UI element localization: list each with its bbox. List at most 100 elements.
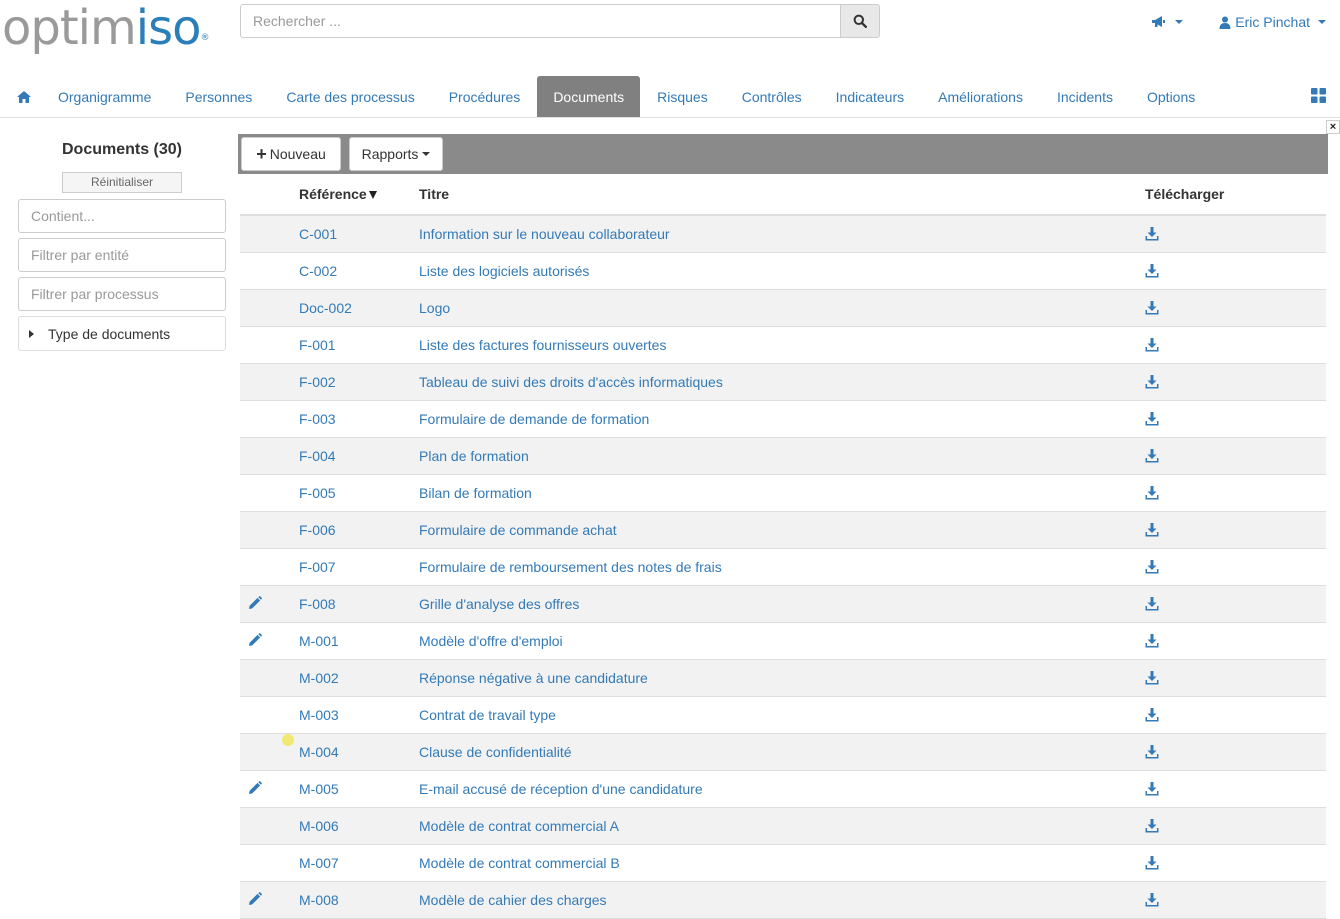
row-reference-link[interactable]: F-006 — [299, 522, 419, 538]
reset-button[interactable]: Réinitialiser — [62, 172, 182, 193]
row-reference-link[interactable]: C-002 — [299, 263, 419, 279]
table-row: M-008 Modèle de cahier des charges — [240, 882, 1326, 919]
download-button[interactable] — [1145, 375, 1326, 389]
download-button[interactable] — [1145, 782, 1326, 796]
row-title-link[interactable]: Plan de formation — [419, 448, 1145, 464]
row-reference-link[interactable]: M-002 — [299, 670, 419, 686]
row-title-link[interactable]: Formulaire de commande achat — [419, 522, 1145, 538]
download-button[interactable] — [1145, 227, 1326, 241]
row-reference-link[interactable]: F-005 — [299, 485, 419, 501]
row-title-link[interactable]: Modèle de contrat commercial A — [419, 818, 1145, 834]
download-icon — [1145, 634, 1159, 648]
download-button[interactable] — [1145, 338, 1326, 352]
download-button[interactable] — [1145, 856, 1326, 870]
row-reference-link[interactable]: F-002 — [299, 374, 419, 390]
nav-documents[interactable]: Documents — [537, 76, 641, 117]
row-reference-link[interactable]: F-004 — [299, 448, 419, 464]
table-row: F-006 Formulaire de commande achat — [240, 512, 1326, 549]
row-reference-link[interactable]: M-007 — [299, 855, 419, 871]
edit-cell[interactable] — [240, 780, 299, 798]
row-reference-link[interactable]: M-001 — [299, 633, 419, 649]
new-button[interactable]: + Nouveau — [241, 137, 341, 171]
header-title[interactable]: Titre — [419, 186, 1145, 202]
nav-procedures[interactable]: Procédures — [432, 76, 538, 117]
nav-controles[interactable]: Contrôles — [725, 76, 819, 117]
reports-dropdown[interactable]: Rapports — [349, 137, 443, 171]
nav-incidents[interactable]: Incidents — [1040, 76, 1130, 117]
row-title-link[interactable]: Liste des factures fournisseurs ouvertes — [419, 337, 1145, 353]
row-title-link[interactable]: Modèle d'offre d'emploi — [419, 633, 1145, 649]
edit-cell[interactable] — [240, 595, 299, 613]
edit-cell[interactable] — [240, 632, 299, 650]
download-button[interactable] — [1145, 597, 1326, 611]
row-title-link[interactable]: E-mail accusé de réception d'une candida… — [419, 781, 1145, 797]
download-button[interactable] — [1145, 819, 1326, 833]
user-icon — [1219, 16, 1231, 29]
download-button[interactable] — [1145, 560, 1326, 574]
nav-organigramme[interactable]: Organigramme — [41, 76, 168, 117]
nav-options[interactable]: Options — [1130, 76, 1212, 117]
table-row: M-003 Contrat de travail type — [240, 697, 1326, 734]
row-title-link[interactable]: Bilan de formation — [419, 485, 1145, 501]
download-button[interactable] — [1145, 412, 1326, 426]
edit-cell[interactable] — [240, 891, 299, 909]
row-reference-link[interactable]: F-008 — [299, 596, 419, 612]
row-title-link[interactable]: Modèle de cahier des charges — [419, 892, 1145, 908]
download-button[interactable] — [1145, 634, 1326, 648]
apps-grid-button[interactable] — [1311, 88, 1326, 106]
nav-personnes[interactable]: Personnes — [168, 76, 269, 117]
row-reference-link[interactable]: C-001 — [299, 226, 419, 242]
search-input[interactable] — [240, 4, 840, 38]
row-title-link[interactable]: Grille d'analyse des offres — [419, 596, 1145, 612]
row-reference-link[interactable]: M-008 — [299, 892, 419, 908]
row-reference-link[interactable]: M-003 — [299, 707, 419, 723]
download-button[interactable] — [1145, 486, 1326, 500]
row-title-link[interactable]: Modèle de contrat commercial B — [419, 855, 1145, 871]
doc-type-tree[interactable]: Type de documents — [18, 316, 226, 351]
search-button[interactable] — [840, 4, 880, 38]
table-row: M-001 Modèle d'offre d'emploi — [240, 623, 1326, 660]
nav-indicateurs[interactable]: Indicateurs — [819, 76, 921, 117]
filter-contains-input[interactable] — [18, 199, 226, 233]
nav-risques[interactable]: Risques — [640, 76, 725, 117]
table-row: F-004 Plan de formation — [240, 438, 1326, 475]
download-button[interactable] — [1145, 893, 1326, 907]
table-header: Référence Titre Télécharger — [240, 174, 1326, 216]
row-reference-link[interactable]: M-005 — [299, 781, 419, 797]
filter-process-input[interactable] — [18, 277, 226, 311]
row-title-link[interactable]: Réponse négative à une candidature — [419, 670, 1145, 686]
row-reference-link[interactable]: F-007 — [299, 559, 419, 575]
download-button[interactable] — [1145, 745, 1326, 759]
row-title-link[interactable]: Formulaire de remboursement des notes de… — [419, 559, 1145, 575]
row-reference-link[interactable]: Doc-002 — [299, 300, 419, 316]
row-title-link[interactable]: Tableau de suivi des droits d'accès info… — [419, 374, 1145, 390]
row-title-link[interactable]: Liste des logiciels autorisés — [419, 263, 1145, 279]
nav-home[interactable] — [0, 76, 41, 117]
row-title-link[interactable]: Clause de confidentialité — [419, 744, 1145, 760]
user-menu[interactable]: Eric Pinchat — [1219, 14, 1326, 30]
row-title-link[interactable]: Logo — [419, 300, 1145, 316]
download-icon — [1145, 893, 1159, 907]
row-title-link[interactable]: Information sur le nouveau collaborateur — [419, 226, 1145, 242]
row-title-link[interactable]: Contrat de travail type — [419, 707, 1145, 723]
row-title-link[interactable]: Formulaire de demande de formation — [419, 411, 1145, 427]
download-button[interactable] — [1145, 301, 1326, 315]
expand-arrow-icon[interactable] — [29, 329, 34, 338]
filter-entity-input[interactable] — [18, 238, 226, 272]
nav-carte-processus[interactable]: Carte des processus — [269, 76, 431, 117]
nav-ameliorations[interactable]: Améliorations — [921, 76, 1040, 117]
download-button[interactable] — [1145, 523, 1326, 537]
notifications-dropdown[interactable] — [1151, 15, 1184, 29]
download-button[interactable] — [1145, 671, 1326, 685]
download-button[interactable] — [1145, 708, 1326, 722]
close-icon[interactable]: × — [1326, 120, 1340, 134]
header-reference[interactable]: Référence — [299, 186, 419, 202]
row-reference-link[interactable]: M-006 — [299, 818, 419, 834]
download-button[interactable] — [1145, 264, 1326, 278]
sort-desc-icon — [368, 191, 377, 200]
row-reference-link[interactable]: F-001 — [299, 337, 419, 353]
row-reference-link[interactable]: F-003 — [299, 411, 419, 427]
row-reference-link[interactable]: M-004 — [299, 744, 419, 760]
download-button[interactable] — [1145, 449, 1326, 463]
logo[interactable]: optimiso® — [2, 0, 209, 56]
